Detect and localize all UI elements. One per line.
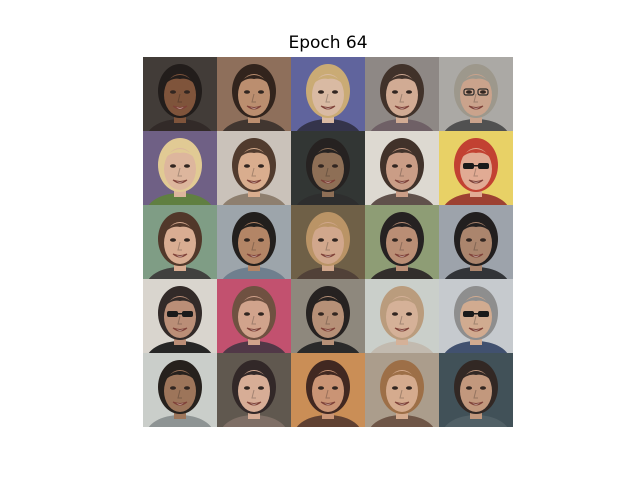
face-portrait (143, 353, 217, 427)
face-portrait (365, 279, 439, 353)
face-portrait (291, 353, 365, 427)
face-portrait (143, 131, 217, 205)
sample-image (217, 131, 291, 205)
sample-image (217, 57, 291, 131)
face-portrait (439, 205, 513, 279)
face-portrait (365, 57, 439, 131)
sample-image (143, 57, 217, 131)
sample-image (365, 353, 439, 427)
sample-image (291, 353, 365, 427)
face-portrait (439, 57, 513, 131)
figure-title: Epoch 64 (288, 33, 368, 53)
face-portrait (439, 353, 513, 427)
face-portrait (291, 205, 365, 279)
sample-image (291, 205, 365, 279)
sample-grid (143, 57, 513, 427)
sample-image (217, 205, 291, 279)
face-portrait (143, 279, 217, 353)
sample-image (439, 353, 513, 427)
sample-image (143, 205, 217, 279)
sample-image (291, 131, 365, 205)
sample-image (439, 131, 513, 205)
sample-image (365, 205, 439, 279)
face-portrait (439, 279, 513, 353)
sample-image (143, 279, 217, 353)
face-portrait (365, 131, 439, 205)
face-portrait (291, 279, 365, 353)
face-portrait (217, 279, 291, 353)
face-portrait (143, 57, 217, 131)
sample-image (365, 131, 439, 205)
face-portrait (217, 131, 291, 205)
face-portrait (365, 353, 439, 427)
face-portrait (365, 205, 439, 279)
sample-image (291, 57, 365, 131)
face-portrait (217, 205, 291, 279)
face-portrait (217, 353, 291, 427)
face-portrait (439, 131, 513, 205)
sample-image (143, 353, 217, 427)
face-portrait (217, 57, 291, 131)
sample-image (439, 279, 513, 353)
sample-image (217, 353, 291, 427)
face-portrait (291, 57, 365, 131)
sample-image (365, 279, 439, 353)
sample-image (291, 279, 365, 353)
sample-image (143, 131, 217, 205)
face-portrait (291, 131, 365, 205)
face-portrait (143, 205, 217, 279)
sample-image (439, 205, 513, 279)
sample-image (439, 57, 513, 131)
sample-image (217, 279, 291, 353)
sample-image (365, 57, 439, 131)
figure: Epoch 64 (0, 0, 640, 480)
